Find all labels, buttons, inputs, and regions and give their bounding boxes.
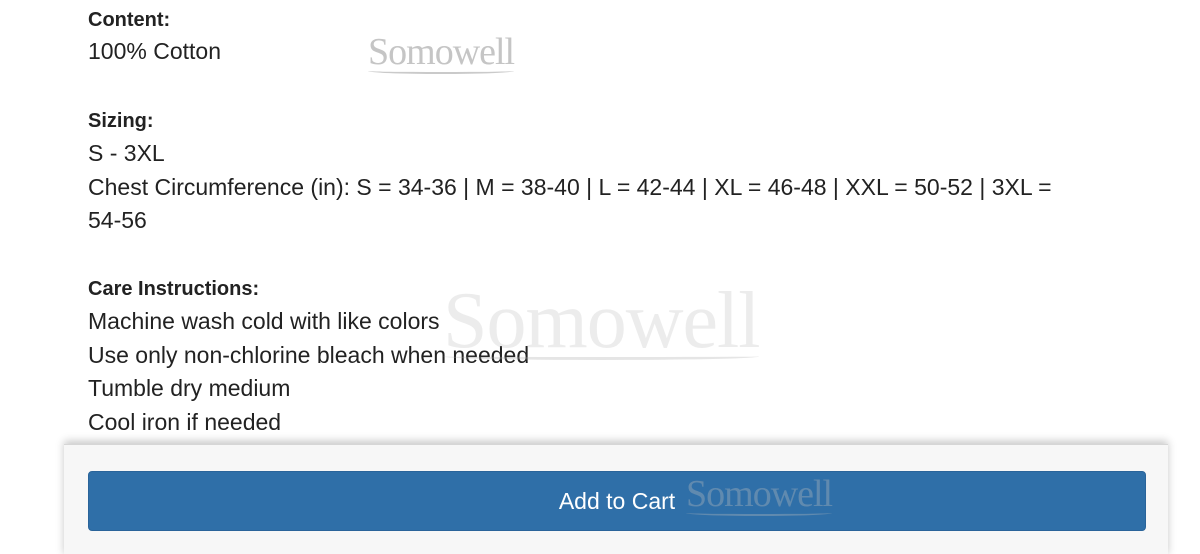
chest-circumference-line: Chest Circumference (in): S = 34-36 | M … <box>88 173 1052 200</box>
care-item: Machine wash cold with like colors <box>88 308 440 334</box>
care-instructions-section: Care Instructions: Machine wash cold wit… <box>88 277 1128 439</box>
chest-circumference-line-cont: 54-56 <box>88 207 147 233</box>
content-section: Content: 100% Cotton <box>88 8 1128 69</box>
care-heading: Care Instructions: <box>88 278 260 300</box>
sizing-heading: Sizing: <box>88 110 154 132</box>
content-heading: Content: <box>88 9 171 31</box>
care-list: Machine wash cold with like colors Use o… <box>88 305 1128 439</box>
content-value: 100% Cotton <box>88 38 221 64</box>
sizing-section: Sizing: S - 3XL Chest Circumference (in)… <box>88 109 1128 238</box>
add-to-cart-button[interactable]: Add to Cart <box>88 471 1146 531</box>
care-item: Use only non-chlorine bleach when needed <box>88 341 530 368</box>
sticky-cart-bar: Add to Cart <box>64 444 1168 554</box>
watermark-swoosh <box>368 68 515 74</box>
product-description-page: Content: 100% Cotton Sizing: S - 3XL Che… <box>0 0 1200 554</box>
care-item: Tumble dry medium <box>88 375 291 401</box>
care-item: Cool iron if needed <box>88 408 282 435</box>
sizing-range: S - 3XL <box>88 140 165 166</box>
sizing-text: S - 3XL Chest Circumference (in): S = 34… <box>88 137 1128 238</box>
